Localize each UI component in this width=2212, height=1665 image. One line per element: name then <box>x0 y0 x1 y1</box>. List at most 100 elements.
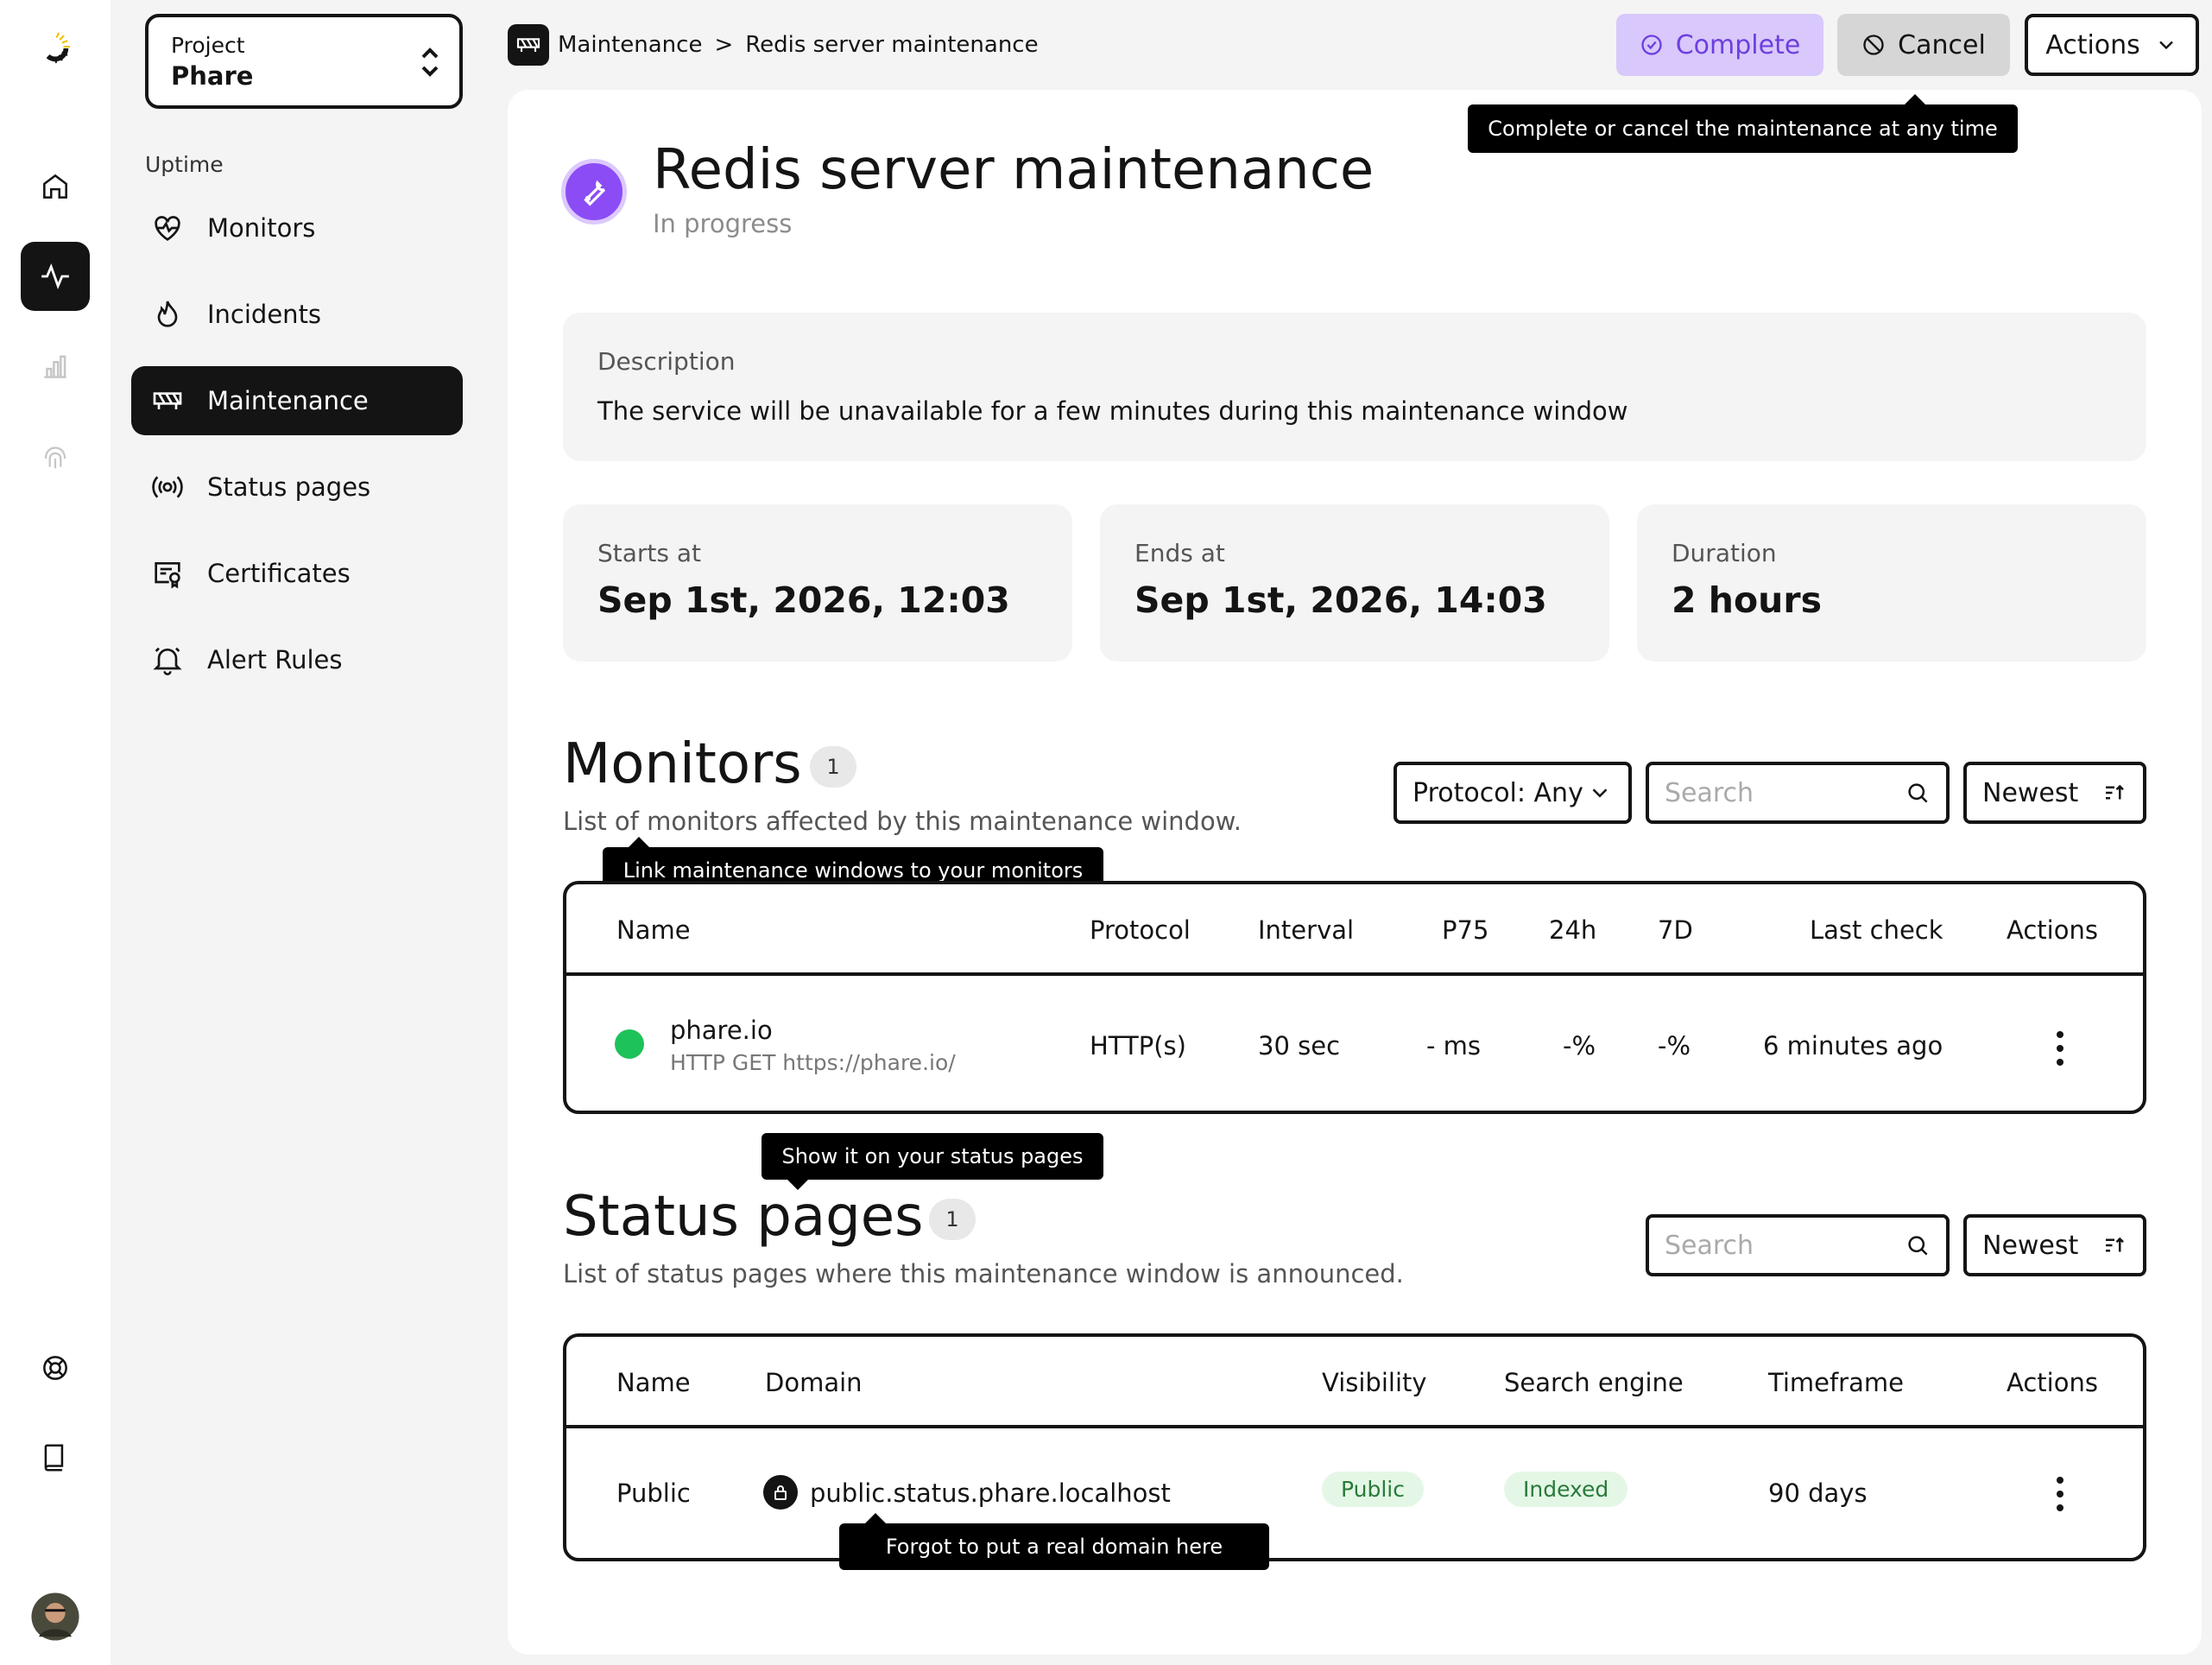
certificate-icon <box>155 562 180 589</box>
breadcrumb: Maintenance > Redis server maintenance <box>508 24 1039 66</box>
sidebar-item-label: Certificates <box>207 559 351 588</box>
tooltip-text: Show it on your status pages <box>781 1144 1084 1168</box>
sidebar-item-maintenance[interactable]: Maintenance <box>131 366 463 435</box>
sidebar-item-label: Maintenance <box>207 386 369 415</box>
sidebar-item-status-pages[interactable]: Status pages <box>131 453 463 522</box>
status-pages-table: Name Domain Visibility Search engine Tim… <box>563 1333 2146 1561</box>
duration-label: Duration <box>1672 539 1777 567</box>
maintenance-status: In progress <box>653 209 793 238</box>
sort-icon <box>2106 1237 2124 1252</box>
project-switcher[interactable]: Project Phare <box>145 14 463 109</box>
search-placeholder: Search <box>1665 1230 1754 1261</box>
monitors-title: Monitors <box>563 732 802 796</box>
ends-at-label: Ends at <box>1134 539 1225 567</box>
status-dot-up <box>615 1029 644 1059</box>
col-interval[interactable]: Interval <box>1258 915 1354 945</box>
status-page-timeframe: 90 days <box>1768 1478 1868 1508</box>
status-page-domain[interactable]: public.status.phare.localhost <box>810 1478 1171 1508</box>
monitors-table-header: Name Protocol Interval P75 24h 7D Last c… <box>566 884 2143 976</box>
cancel-label: Cancel <box>1898 29 1986 60</box>
logo-icon <box>41 32 71 64</box>
visibility-pill: Public <box>1322 1472 1424 1507</box>
monitors-sort-button[interactable]: Newest <box>1963 762 2146 824</box>
col-name[interactable]: Name <box>616 1368 691 1397</box>
monitors-search-input[interactable]: Search <box>1646 762 1950 824</box>
ban-icon <box>1863 35 1884 55</box>
col-protocol[interactable]: Protocol <box>1090 915 1191 945</box>
sidebar-section-uptime: Uptime <box>145 152 224 177</box>
tooltip-status-pages: Show it on your status pages <box>762 1133 1103 1190</box>
wrench-icon <box>584 180 605 206</box>
page-title: Redis server maintenance <box>653 138 1375 202</box>
monitor-last-check: 6 minutes ago <box>1763 1031 1943 1060</box>
col-search-engine[interactable]: Search engine <box>1504 1368 1684 1397</box>
breadcrumb-parent[interactable]: Maintenance <box>558 32 702 58</box>
status-pages-search-input[interactable]: Search <box>1646 1214 1950 1276</box>
description-label: Description <box>597 347 736 376</box>
lock-icon <box>763 1475 798 1510</box>
book-icon <box>44 1444 64 1472</box>
monitor-7d: -% <box>1658 1031 1691 1060</box>
user-avatar-icon <box>31 1592 79 1641</box>
sidebar-item-label: Alert Rules <box>207 645 343 674</box>
sidebar-item-alert-rules[interactable]: Alert Rules <box>131 625 463 694</box>
rail-docs[interactable] <box>21 1423 90 1492</box>
protocol-filter-label: Protocol: Any <box>1413 777 1583 808</box>
rail-analytics[interactable] <box>21 332 90 401</box>
flame-icon <box>157 301 178 327</box>
table-row[interactable]: Public public.status.phare.localhost Pub… <box>566 1432 2143 1558</box>
monitor-24h: -% <box>1563 1031 1596 1060</box>
complete-button[interactable]: Complete <box>1616 14 1823 76</box>
breadcrumb-separator: > <box>714 32 734 58</box>
monitor-name[interactable]: phare.io <box>670 1016 773 1045</box>
rail-home[interactable] <box>21 152 90 221</box>
actions-dropdown[interactable]: Actions <box>2025 14 2199 76</box>
rail-uptime[interactable] <box>21 242 90 311</box>
duration-value: 2 hours <box>1672 579 1822 621</box>
chevron-up-down-icon <box>421 47 439 77</box>
project-label: Project <box>171 33 245 58</box>
col-p75[interactable]: P75 <box>1442 915 1488 945</box>
monitors-subtitle: List of monitors affected by this mainte… <box>563 807 1242 836</box>
sidebar-item-incidents[interactable]: Incidents <box>131 280 463 349</box>
sidebar-item-certificates[interactable]: Certificates <box>131 539 463 608</box>
status-pages-sort-button[interactable]: Newest <box>1963 1214 2146 1276</box>
monitors-table: Name Protocol Interval P75 24h 7D Last c… <box>563 881 2146 1114</box>
col-24h[interactable]: 24h <box>1549 915 1596 945</box>
maintenance-badge-icon <box>508 24 549 66</box>
monitor-detail: HTTP GET https://phare.io/ <box>670 1050 956 1075</box>
bar-chart-icon <box>44 355 66 378</box>
home-icon <box>43 174 67 199</box>
cancel-button[interactable]: Cancel <box>1837 14 2010 76</box>
col-timeframe[interactable]: Timeframe <box>1768 1368 1904 1397</box>
search-engine-badge: Indexed <box>1504 1472 1628 1507</box>
rail-help[interactable] <box>21 1333 90 1402</box>
sort-label: Newest <box>1982 1230 2079 1261</box>
protocol-filter[interactable]: Protocol: Any <box>1394 762 1632 824</box>
phare-logo[interactable] <box>21 14 90 83</box>
monitor-protocol: HTTP(s) <box>1090 1031 1186 1060</box>
status-pages-title: Status pages <box>563 1185 924 1249</box>
search-icon <box>1908 1236 1928 1256</box>
status-pages-table-header: Name Domain Visibility Search engine Tim… <box>566 1337 2143 1428</box>
check-circle-icon <box>1641 35 1662 55</box>
table-row[interactable]: phare.io HTTP GET https://phare.io/ HTTP… <box>566 979 2143 1111</box>
tooltip-text: Link maintenance windows to your monitor… <box>623 858 1084 883</box>
col-name[interactable]: Name <box>616 915 691 945</box>
rail-fingerprint[interactable] <box>21 421 90 491</box>
tooltip-domain: Forgot to put a real domain here <box>839 1513 1269 1570</box>
sidebar-item-monitors[interactable]: Monitors <box>131 193 463 263</box>
status-pages-subtitle: List of status pages where this maintena… <box>563 1259 1404 1288</box>
status-page-name[interactable]: Public <box>616 1478 691 1508</box>
starts-at-value: Sep 1st, 2026, 12:03 <box>597 579 1010 621</box>
avatar[interactable] <box>21 1582 90 1651</box>
col-visibility[interactable]: Visibility <box>1322 1368 1427 1397</box>
row-menu-icon[interactable] <box>2057 1031 2065 1066</box>
row-menu-icon[interactable] <box>2057 1477 2065 1511</box>
col-domain[interactable]: Domain <box>765 1368 863 1397</box>
chevron-down-icon <box>2158 41 2173 50</box>
col-last-check[interactable]: Last check <box>1810 915 1943 945</box>
chevron-down-icon <box>1592 788 1608 798</box>
sidebar-item-label: Monitors <box>207 213 316 243</box>
col-7d[interactable]: 7D <box>1658 915 1693 945</box>
